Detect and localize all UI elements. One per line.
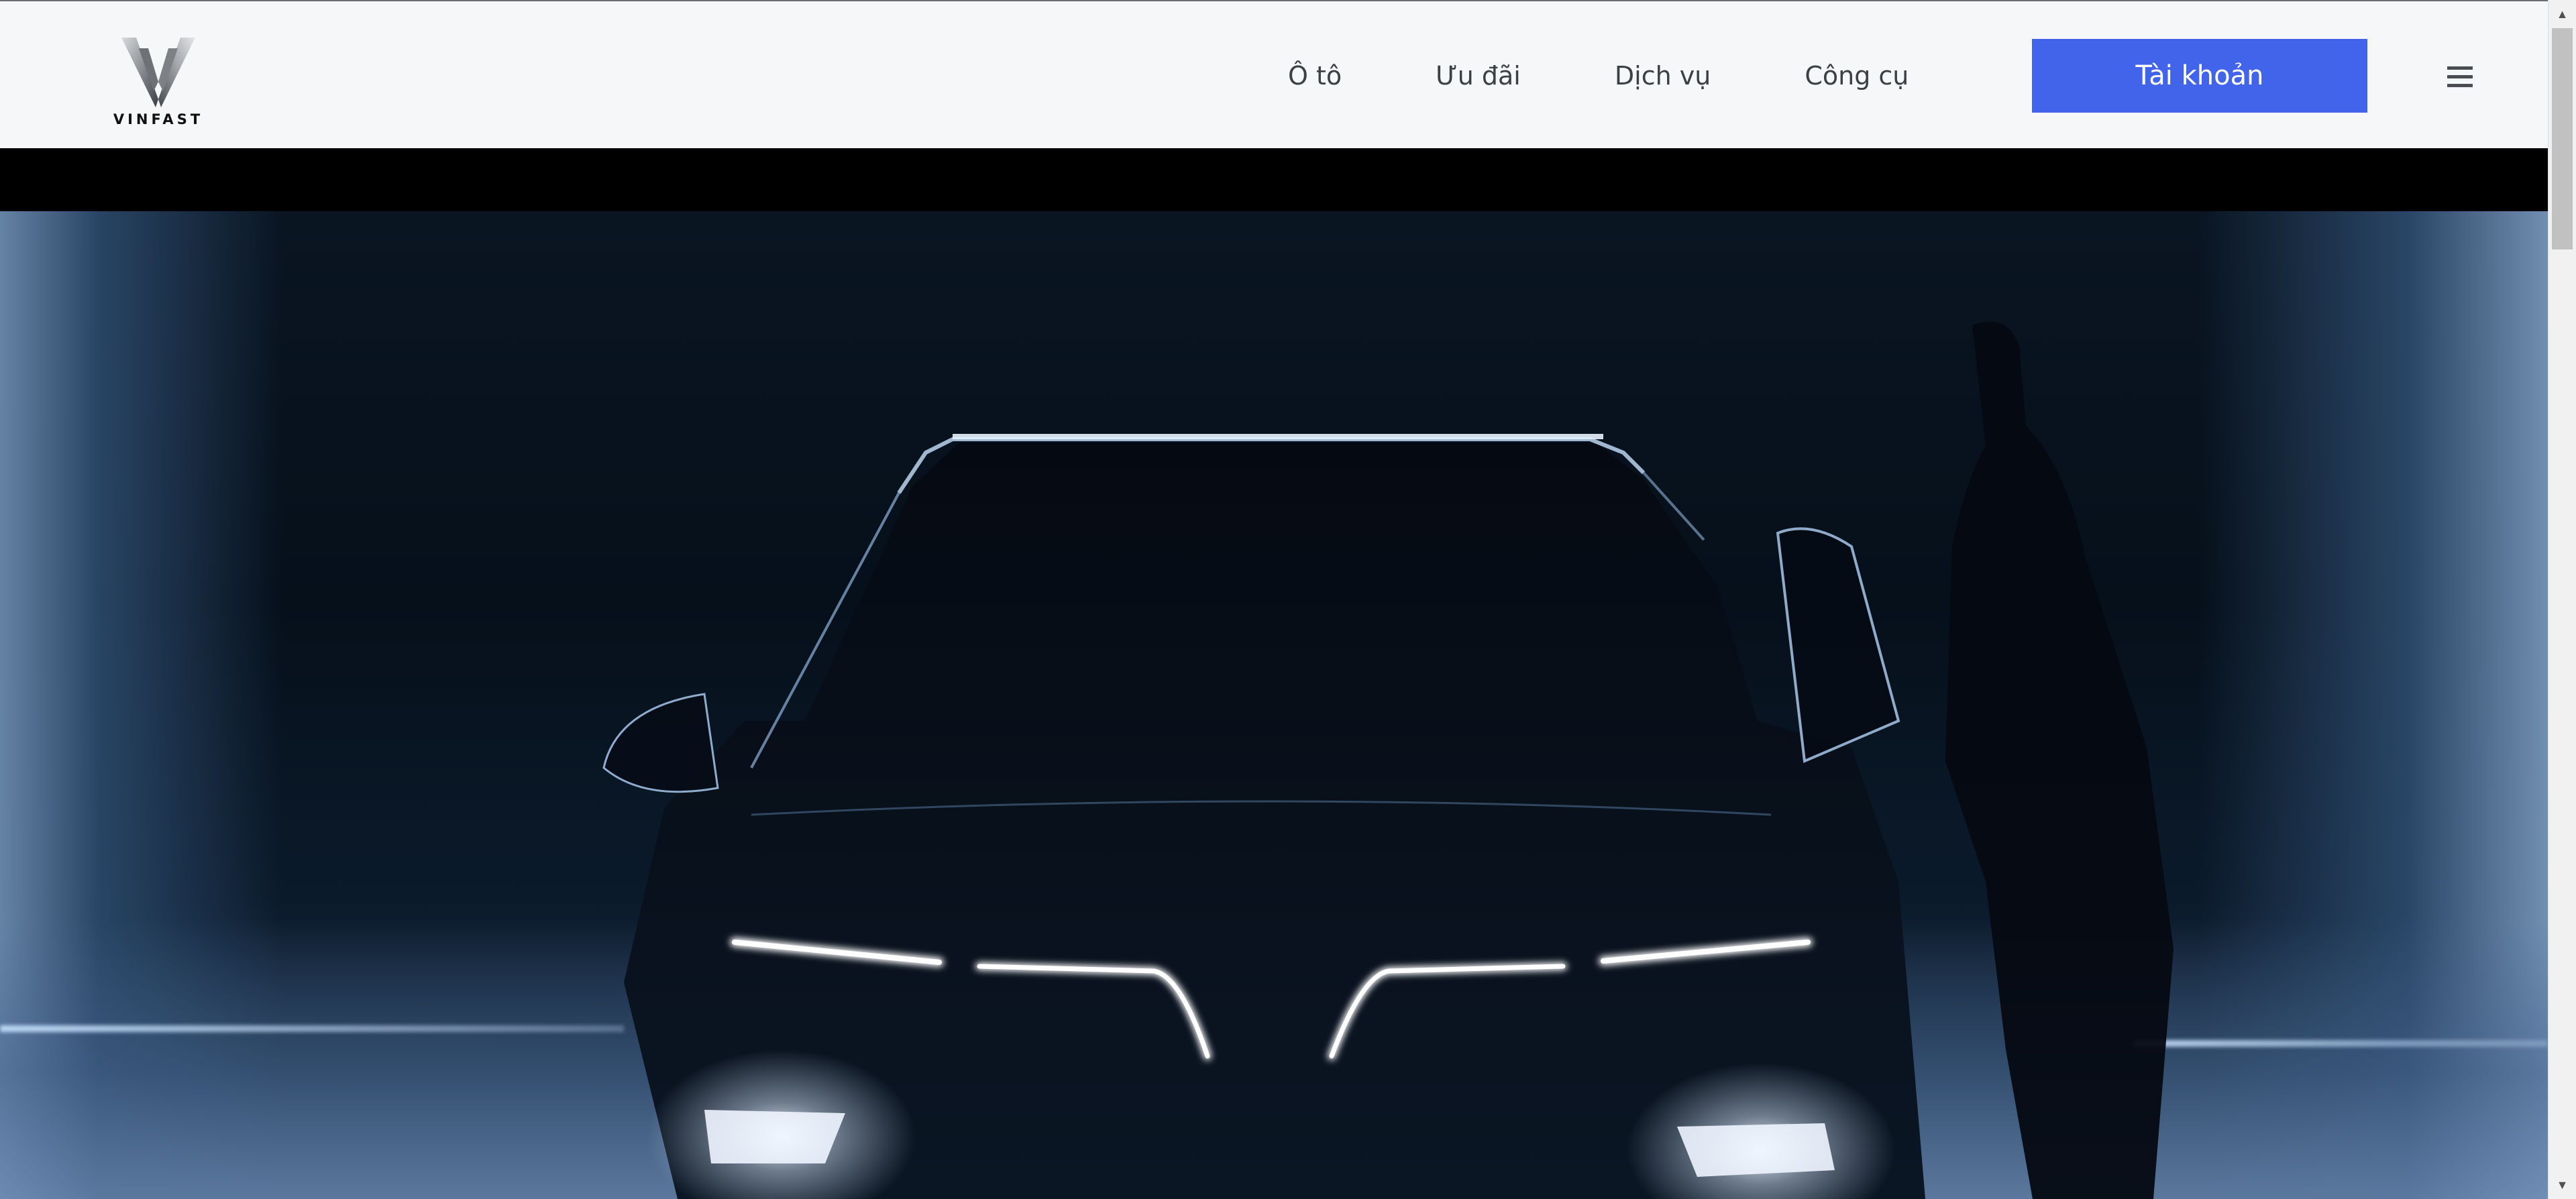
hero-banner	[0, 148, 2548, 1199]
vinfast-logo[interactable]: VINFAST	[107, 35, 209, 135]
account-button[interactable]: Tài khoản	[2032, 39, 2367, 113]
page: VINFAST Ô tô Ưu đãi Dịch vụ Công cụ Tài …	[0, 0, 2576, 1199]
vinfast-v-logo-icon	[121, 38, 195, 107]
main-nav: Ô tô Ưu đãi Dịch vụ Công cụ	[1288, 1, 2002, 150]
vertical-scrollbar[interactable]: ▲ ▼	[2548, 0, 2576, 1199]
scroll-down-arrow-icon[interactable]: ▼	[2548, 1171, 2576, 1199]
nav-item-tools[interactable]: Công cụ	[1805, 61, 1909, 91]
hamburger-menu-icon[interactable]	[2447, 66, 2473, 88]
nav-item-services[interactable]: Dịch vụ	[1615, 61, 1711, 91]
logo-wordmark: VINFAST	[113, 111, 204, 127]
hero-top-band	[0, 148, 2548, 211]
car-silhouette-image	[602, 321, 2174, 1199]
scroll-thumb[interactable]	[2552, 28, 2573, 249]
nav-item-cars[interactable]: Ô tô	[1288, 61, 1342, 91]
scroll-up-arrow-icon[interactable]: ▲	[2548, 0, 2576, 28]
site-header: VINFAST Ô tô Ưu đãi Dịch vụ Công cụ Tài …	[0, 0, 2548, 148]
nav-item-offers[interactable]: Ưu đãi	[1436, 61, 1521, 91]
